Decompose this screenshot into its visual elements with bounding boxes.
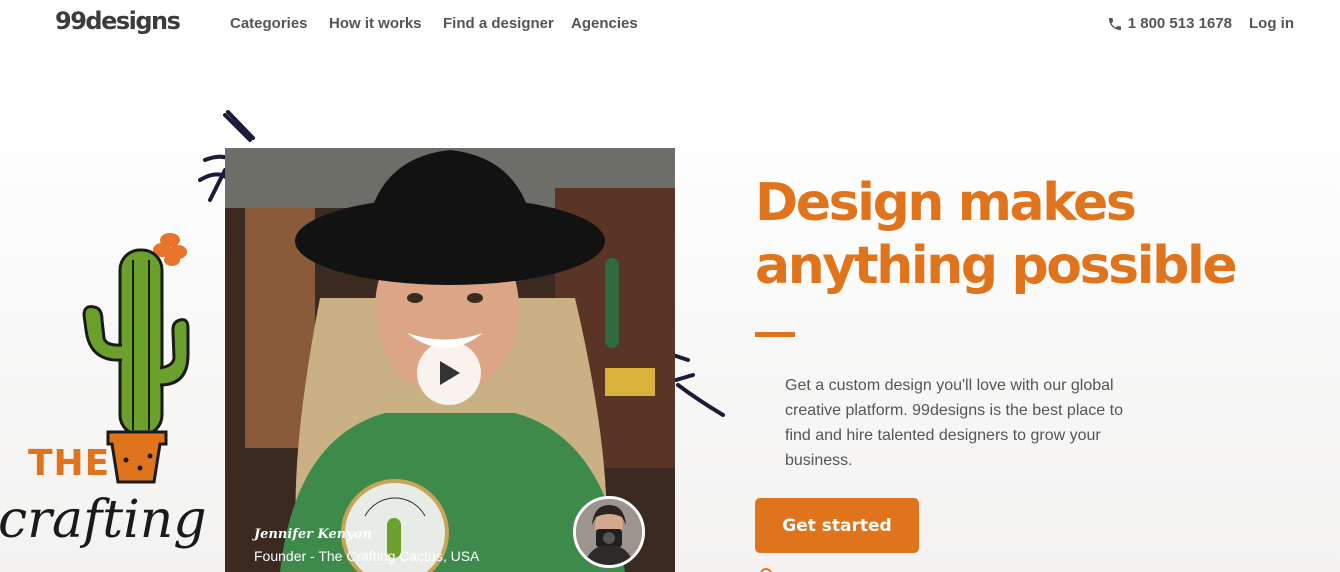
- avatar-image: [576, 499, 642, 565]
- nav-link-agencies[interactable]: Agencies: [571, 15, 638, 32]
- nav-link-how-it-works[interactable]: How it works: [329, 15, 422, 32]
- login-link[interactable]: Log in: [1249, 15, 1294, 32]
- nav-link-categories[interactable]: Categories: [230, 15, 308, 32]
- phone-icon: [1108, 17, 1121, 30]
- get-started-button[interactable]: Get started: [755, 498, 919, 553]
- brand-logo-text: THE: [28, 443, 111, 484]
- partial-icon: [760, 568, 772, 572]
- top-navigation: 99designs Categories How it works Find a…: [0, 0, 1340, 50]
- testimonial-video[interactable]: Jennifer Kenyon Founder - The Crafting C…: [225, 148, 675, 572]
- decorative-squiggle: [671, 353, 725, 417]
- play-icon: [440, 361, 460, 385]
- hero-headline: Design makes anything possible: [755, 172, 1315, 298]
- logo[interactable]: 99designs: [55, 7, 181, 35]
- testimonial-name: Jennifer Kenyon: [254, 527, 372, 542]
- headline-line-2: anything possible: [755, 236, 1238, 296]
- phone-contact[interactable]: 1 800 513 1678: [1107, 15, 1232, 32]
- designer-avatar[interactable]: [573, 496, 645, 568]
- nav-link-find-designer[interactable]: Find a designer: [443, 15, 554, 32]
- phone-number: 1 800 513 1678: [1127, 15, 1232, 32]
- hero-description: Get a custom design you'll love with our…: [785, 377, 1123, 469]
- play-button[interactable]: [417, 341, 481, 405]
- testimonial-role: Founder - The Crafting Cactus, USA: [254, 548, 480, 564]
- headline-line-1: Design makes: [755, 173, 1137, 233]
- accent-divider: [755, 332, 795, 337]
